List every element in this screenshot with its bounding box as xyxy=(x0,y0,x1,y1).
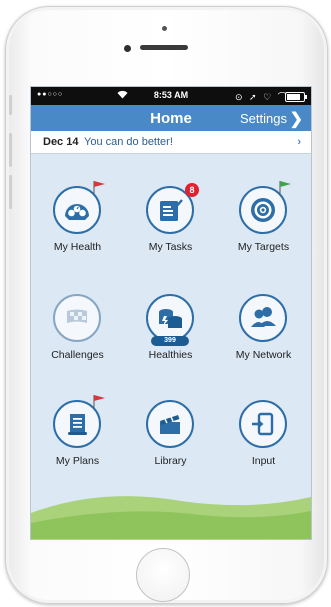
healthies-count-badge: 399 xyxy=(151,336,189,346)
tile-healthies[interactable]: 399 Healthies xyxy=(124,261,217,371)
front-camera xyxy=(124,45,131,52)
tile-my-plans[interactable]: My Plans xyxy=(31,367,124,477)
tile-label: Input xyxy=(251,455,276,467)
battery-icon xyxy=(285,92,307,102)
message-text: You can do better! xyxy=(84,136,173,148)
app-screen: ●●○○○ 8:53 AM ⊙ ➚ ♡ ⌒ Home Settings ❯ De… xyxy=(30,86,312,540)
tile-label: My Network xyxy=(235,349,292,361)
status-bar: ●●○○○ 8:53 AM ⊙ ➚ ♡ ⌒ xyxy=(31,87,311,105)
home-button[interactable] xyxy=(136,548,190,602)
clapperboard-icon xyxy=(146,400,194,448)
green-flag-icon xyxy=(279,181,291,194)
tile-label: My Tasks xyxy=(148,241,193,253)
proximity-sensor xyxy=(162,26,167,31)
chevron-right-icon[interactable]: ❯ xyxy=(290,109,303,129)
tile-label: Challenges xyxy=(51,349,104,361)
mute-switch xyxy=(9,95,12,115)
daily-message-banner[interactable]: Dec 14 You can do better! › xyxy=(31,131,311,154)
people-icon xyxy=(239,294,287,342)
checkered-flag-icon xyxy=(53,294,101,342)
tile-challenges[interactable]: Challenges xyxy=(31,261,124,371)
settings-button[interactable]: Settings xyxy=(240,111,287,126)
red-flag-icon xyxy=(93,181,105,194)
tile-label: My Plans xyxy=(55,455,100,467)
tile-label: My Health xyxy=(53,241,102,253)
volume-down-button xyxy=(9,175,12,209)
tile-input[interactable]: Input xyxy=(217,367,310,477)
volume-up-button xyxy=(9,133,12,167)
grass-hill-decoration xyxy=(31,483,311,539)
earpiece-speaker xyxy=(140,45,188,50)
nav-bar: Home Settings ❯ xyxy=(31,105,311,131)
red-flag-icon xyxy=(93,395,105,408)
task-count-badge: 8 xyxy=(185,183,199,197)
tile-my-health[interactable]: My Health xyxy=(31,153,124,263)
coins-icon xyxy=(146,294,194,342)
home-menu-grid: My Health 8 My Tasks My Targets Challeng… xyxy=(31,153,311,483)
status-icons: ⊙ ➚ ♡ ⌒ xyxy=(235,92,289,102)
tile-label: Healthies xyxy=(148,349,193,361)
tile-label: My Targets xyxy=(237,241,290,253)
tile-my-tasks[interactable]: 8 My Tasks xyxy=(124,153,217,263)
tile-my-network[interactable]: My Network xyxy=(217,261,310,371)
enter-icon xyxy=(239,400,287,448)
chevron-right-icon[interactable]: › xyxy=(297,131,301,153)
tile-my-targets[interactable]: My Targets xyxy=(217,153,310,263)
message-date: Dec 14 xyxy=(43,136,79,148)
tile-library[interactable]: Library xyxy=(124,367,217,477)
tile-label: Library xyxy=(154,455,187,467)
